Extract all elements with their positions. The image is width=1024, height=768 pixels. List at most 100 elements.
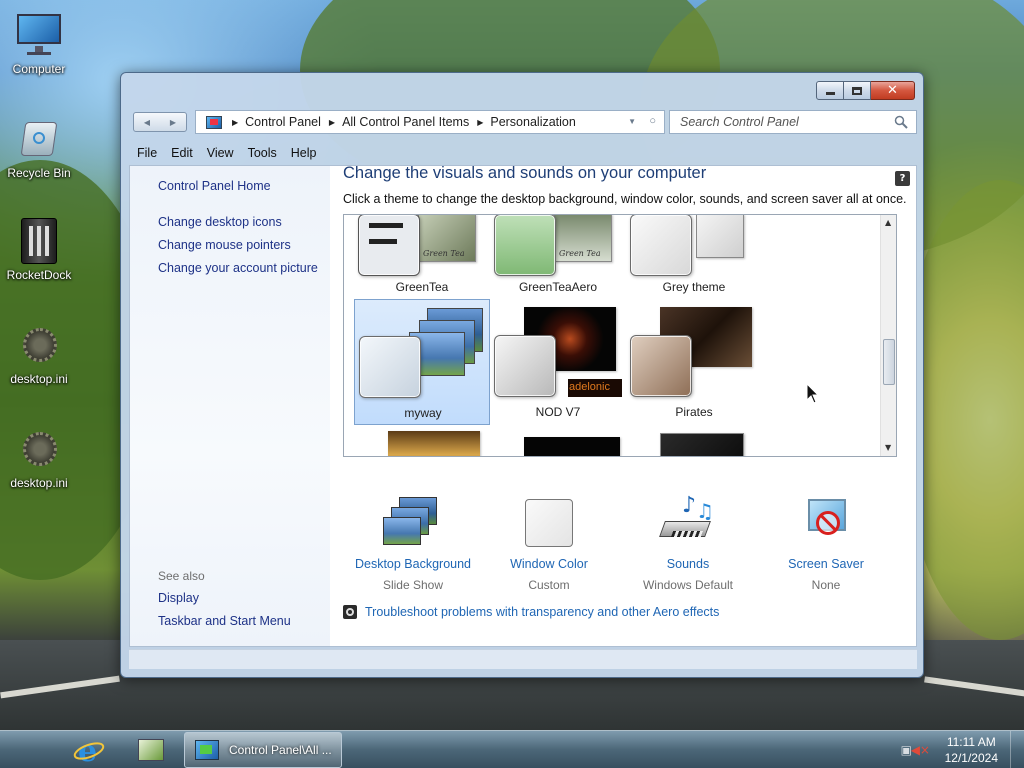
desktop-icon-desktop-ini[interactable]: desktop.ini [1,426,77,490]
theme-nod-v7[interactable]: adelonic NOD V7 [490,299,626,425]
desktop-icon-label: Computer [12,62,66,76]
show-desktop-button[interactable] [1010,731,1024,768]
see-also-label: See also [158,569,205,583]
control-panel-icon [206,115,222,129]
display-link[interactable]: Display [158,591,199,605]
desktop-icon-desktop-ini[interactable]: desktop.ini [1,322,77,386]
desktop-icon-label: desktop.ini [10,476,68,490]
troubleshoot-icon [343,605,357,619]
sounds-link[interactable]: Sounds [618,557,758,571]
desktop-background-link[interactable]: Desktop Background [343,557,483,571]
address-bar[interactable]: ▶ Control Panel ▶ All Control Panel Item… [195,110,665,134]
theme-scrollbar[interactable]: ▲ ▼ [880,215,896,456]
desktop-background-icon [383,497,441,551]
theme-name: Pirates [675,405,713,419]
change-desktop-icons-link[interactable]: Change desktop icons [158,215,282,229]
menu-edit[interactable]: Edit [171,146,193,160]
theme-name: NOD V7 [535,405,581,419]
volume-muted-icon[interactable]: ◀× [911,743,930,757]
desktop-background-setting[interactable]: Desktop Background Slide Show [343,497,483,592]
theme-pirates[interactable]: Pirates [626,299,762,425]
screen-saver-link[interactable]: Screen Saver [756,557,896,571]
address-dropdown-icon[interactable]: ▼ [628,117,636,126]
control-panel-icon [195,740,219,760]
desktop-icon-rocketdock[interactable]: RocketDock [1,218,77,282]
theme-greentea[interactable]: Green Tea GreenTea [354,215,490,294]
road-line [924,676,1024,698]
control-panel-home-link[interactable]: Control Panel Home [158,179,271,193]
theme-grey[interactable]: Grey theme [626,215,762,294]
breadcrumb-all-items[interactable]: All Control Panel Items [342,115,469,129]
search-input[interactable]: Search Control Panel [669,110,917,134]
taskbar-window-title: Control Panel\All ... [229,743,332,757]
breadcrumb-separator-icon: ▶ [477,117,484,127]
theme-wallpaper-thumb: Green Tea [554,215,612,262]
desktop-icon-recycle-bin[interactable]: Recycle Bin [1,116,77,180]
scroll-up-icon[interactable]: ▲ [885,218,891,227]
theme-color-swatch [630,215,692,276]
svg-text:e: e [78,734,97,767]
back-icon[interactable]: ◀ [134,113,160,131]
theme-wallpaper-thumb: Green Tea [418,215,476,262]
personalization-window: ✕ ◀ ▶ ▶ Control Panel ▶ All Control Pane… [120,72,924,678]
close-button[interactable]: ✕ [871,81,915,100]
troubleshoot-link-row[interactable]: Troubleshoot problems with transparency … [343,605,719,619]
desktop-icon-label: RocketDock [6,268,72,282]
theme-thumb-text-box: adelonic [568,379,622,397]
status-bar [129,649,917,669]
theme-greenteaaero[interactable]: Green Tea GreenTeaAero [490,215,626,294]
taskbar-control-panel-button[interactable]: Control Panel\All ... [184,732,342,768]
menu-help[interactable]: Help [291,146,317,160]
menu-file[interactable]: File [137,146,157,160]
rocketdock-icon [15,218,63,266]
page-subtitle: Click a theme to change the desktop back… [343,192,907,206]
forward-icon[interactable]: ▶ [160,113,186,131]
breadcrumb-control-panel[interactable]: Control Panel [245,115,321,129]
settings-file-icon [15,426,63,474]
theme-settings: Desktop Background Slide Show Window Col… [343,483,899,593]
menu-bar: File Edit View Tools Help [129,143,915,163]
minimize-button[interactable] [816,81,844,100]
road-line [0,675,120,699]
help-button[interactable]: ? [895,171,910,186]
theme-thumb-text: Green Tea [559,249,601,258]
restore-button[interactable] [844,81,871,100]
theme-gallery: Green Tea GreenTea Green Tea GreenTeaAer… [343,214,897,457]
menu-view[interactable]: View [207,146,234,160]
breadcrumb-separator-icon: ▶ [232,117,239,127]
theme-color-swatch [630,335,692,397]
change-account-picture-link[interactable]: Change your account picture [158,261,318,275]
theme-wallpaper-thumb [524,437,620,456]
file-explorer-button[interactable] [136,733,168,767]
screen-saver-setting[interactable]: Screen Saver None [756,497,896,592]
troubleshoot-link[interactable]: Troubleshoot problems with transparency … [365,605,719,619]
clock[interactable]: 11:11 AM 12/1/2024 [945,734,998,766]
scrollbar-thumb[interactable] [883,339,895,385]
sounds-value: Windows Default [642,578,734,592]
left-pane: Control Panel Home Change desktop icons … [130,166,330,646]
clock-time: 11:11 AM [946,735,996,749]
theme-name: GreenTea [395,280,449,294]
window-color-setting[interactable]: Window Color Custom [479,497,619,592]
theme-myway[interactable]: myway [354,299,490,425]
close-icon: ✕ [887,83,898,98]
window-color-link[interactable]: Window Color [479,557,619,571]
theme-name: myway [404,406,442,420]
theme-name: GreenTeaAero [518,280,598,294]
internet-explorer-button[interactable]: e [72,733,108,768]
theme-color-swatch [494,215,556,276]
theme-wallpaper-thumb [409,308,487,402]
taskbar-start-menu-link[interactable]: Taskbar and Start Menu [158,614,291,628]
back-forward-buttons: ◀ ▶ [133,112,187,132]
desktop-icon-computer[interactable]: Computer [1,12,77,76]
search-icon[interactable] [894,115,908,129]
menu-tools[interactable]: Tools [248,146,277,160]
window-color-icon [521,497,577,551]
change-mouse-pointers-link[interactable]: Change mouse pointers [158,238,291,252]
theme-color-swatch [359,336,421,398]
breadcrumb-personalization[interactable]: Personalization [490,115,575,129]
refresh-icon[interactable]: ○ [649,115,656,127]
sounds-setting[interactable]: ♪ ♫ Sounds Windows Default [618,493,758,592]
scroll-down-icon[interactable]: ▼ [885,443,891,452]
screen-saver-value: None [811,578,841,592]
